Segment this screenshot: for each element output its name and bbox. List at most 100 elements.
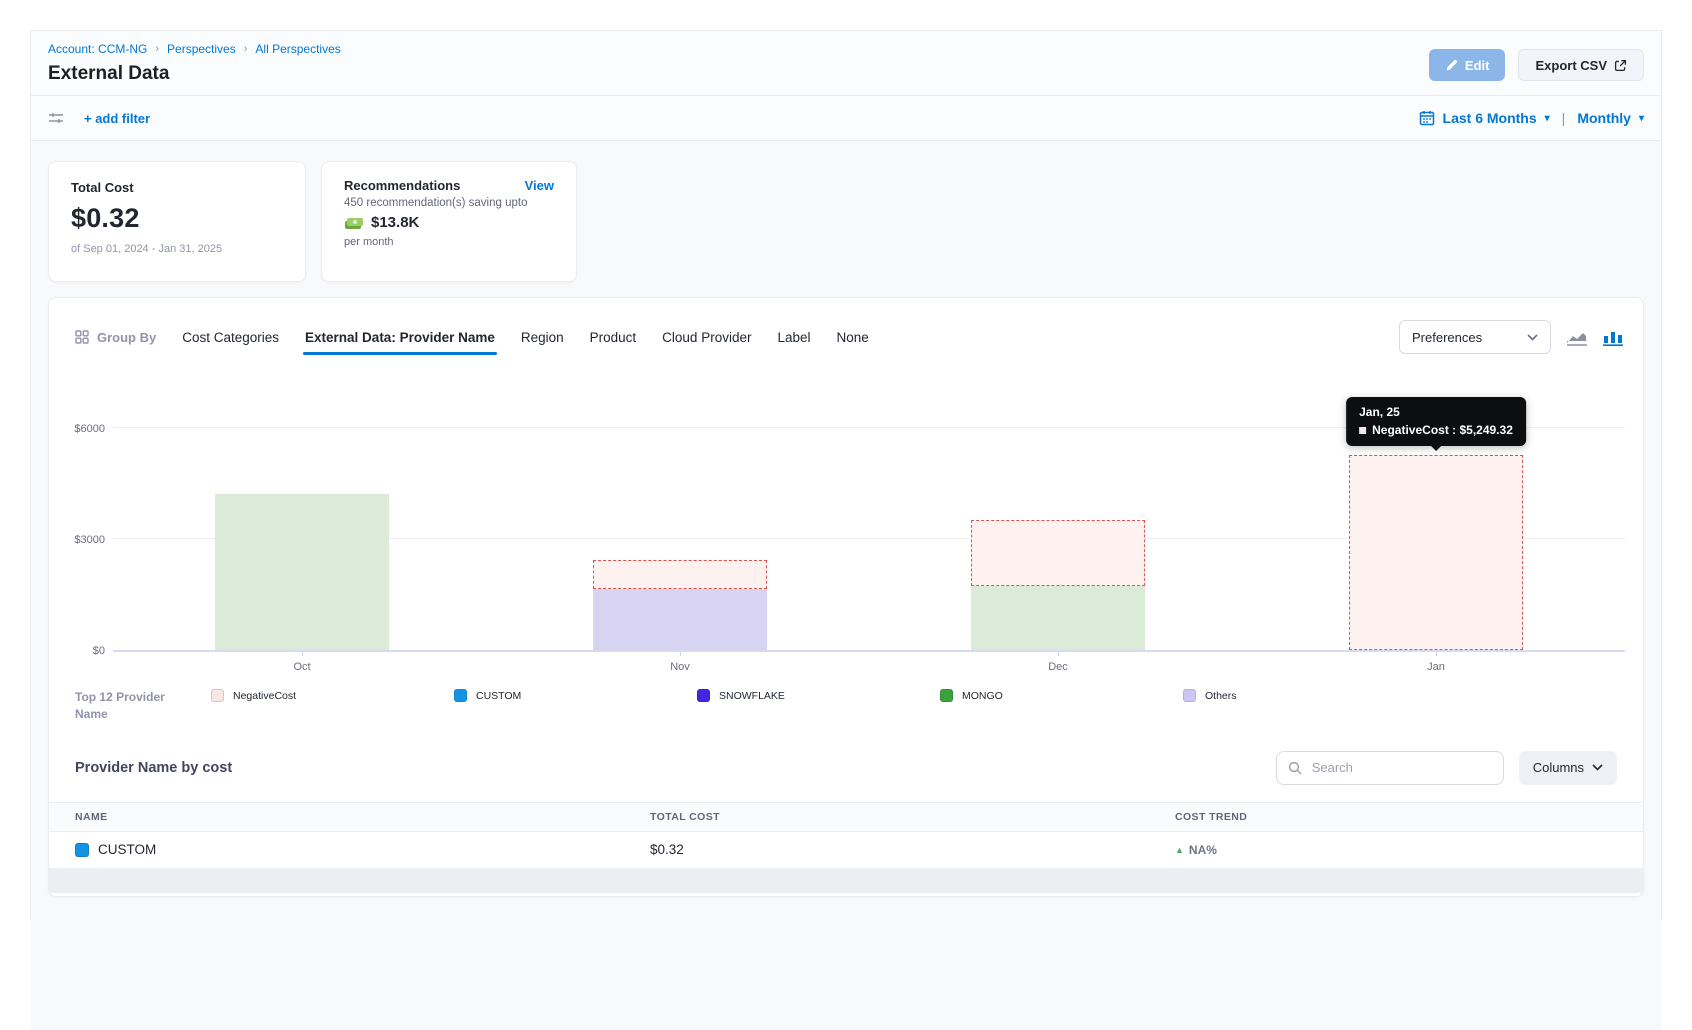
breadcrumb-separator: › xyxy=(244,43,248,55)
group-by-label: Group By xyxy=(97,330,156,345)
filter-sliders-icon[interactable] xyxy=(48,110,64,126)
legend-label: NegativeCost xyxy=(233,690,296,702)
tooltip-value: NegativeCost : $5,249.32 xyxy=(1372,423,1513,437)
edit-button[interactable]: Edit xyxy=(1429,49,1506,81)
y-axis-label: $3000 xyxy=(55,534,105,546)
grid-icon xyxy=(75,330,89,344)
breadcrumb-link[interactable]: Account: CCM-NG xyxy=(48,42,147,56)
y-axis-label: $6000 xyxy=(55,423,105,435)
x-axis-label: Dec xyxy=(869,661,1247,673)
export-csv-button[interactable]: Export CSV xyxy=(1518,49,1644,81)
bar-segment-others[interactable] xyxy=(593,589,767,650)
chart-slots: Jan, 25NegativeCost : $5,249.32 xyxy=(113,384,1625,650)
tab-none[interactable]: None xyxy=(837,330,869,345)
export-csv-label: Export CSV xyxy=(1535,58,1607,73)
table-search[interactable] xyxy=(1276,751,1504,785)
total-cost-value: $0.32 xyxy=(71,203,283,234)
breadcrumb-separator: › xyxy=(155,43,159,55)
tab-label[interactable]: Label xyxy=(777,330,810,345)
legend-item-others[interactable]: Others xyxy=(1183,689,1426,702)
legend-label: SNOWFLAKE xyxy=(719,690,785,702)
row-name: CUSTOM xyxy=(98,842,156,857)
bar-segment-negativecost[interactable] xyxy=(971,520,1145,586)
chart-plot-area: $0$3000$6000Jan, 25NegativeCost : $5,249… xyxy=(113,384,1625,652)
total-cost-title: Total Cost xyxy=(71,180,283,195)
tab-product[interactable]: Product xyxy=(590,330,637,345)
x-axis-category: Jan xyxy=(1247,652,1625,673)
bar-segment-negativecost[interactable] xyxy=(593,560,767,589)
breadcrumb-link[interactable]: All Perspectives xyxy=(255,42,340,56)
table-title: Provider Name by cost xyxy=(75,760,232,776)
calendar-icon xyxy=(1419,110,1435,126)
table-footer-strip xyxy=(49,869,1643,893)
chart-x-axis: OctNovDecJan xyxy=(113,652,1625,673)
bar-stack-nov xyxy=(593,560,767,650)
table-header-cell: NAME xyxy=(75,811,650,823)
content-area: Total Cost $0.32 of Sep 01, 2024 - Jan 3… xyxy=(31,141,1661,1030)
view-recommendations-link[interactable]: View xyxy=(525,178,554,193)
legend-item-snowflake[interactable]: SNOWFLAKE xyxy=(697,689,940,702)
table-body: CUSTOM $0.32▲NA% xyxy=(49,832,1643,869)
chevron-down-icon: ▾ xyxy=(1545,113,1550,124)
chart-legend: Top 12 Provider Name NegativeCost CUSTOM S… xyxy=(75,689,1625,723)
chart-controls: Preferences xyxy=(1399,320,1623,354)
x-axis-category: Oct xyxy=(113,652,491,673)
total-cost-period: of Sep 01, 2024 - Jan 31, 2025 xyxy=(71,243,283,255)
tooltip-series-line: NegativeCost : $5,249.32 xyxy=(1359,423,1513,437)
tab-cloud-provider[interactable]: Cloud Provider xyxy=(662,330,751,345)
search-input[interactable] xyxy=(1310,759,1492,776)
columns-button[interactable]: Columns xyxy=(1519,751,1617,785)
x-axis-label: Oct xyxy=(113,661,491,673)
chart-slot-jan: Jan, 25NegativeCost : $5,249.32 xyxy=(1247,384,1625,650)
external-link-icon xyxy=(1614,59,1627,72)
date-range-dropdown[interactable]: Last 6 Months xyxy=(1443,110,1537,126)
legend-item-negativecost[interactable]: NegativeCost xyxy=(211,689,454,702)
legend-swatch xyxy=(697,689,710,702)
filter-bar: + add filter Last 6 Months ▾ | Monthly ▾ xyxy=(31,96,1661,141)
x-axis-category: Dec xyxy=(869,652,1247,673)
bar-segment-mongo[interactable] xyxy=(215,494,389,650)
legend-item-custom[interactable]: CUSTOM xyxy=(454,689,697,702)
recommendations-card: Recommendations View 450 recommendation(… xyxy=(321,161,577,282)
table-row[interactable]: CUSTOM $0.32▲NA% xyxy=(49,832,1643,869)
stacked-bar-chart: $0$3000$6000Jan, 25NegativeCost : $5,249… xyxy=(49,384,1643,673)
search-icon xyxy=(1288,761,1302,775)
perspective-main-card: Group By Cost Categories External Data: P… xyxy=(48,297,1644,897)
breadcrumb-link[interactable]: Perspectives xyxy=(167,42,236,56)
chevron-down-icon: ▾ xyxy=(1639,113,1644,124)
x-axis-label: Jan xyxy=(1247,661,1625,673)
table-header-row: NAMETOTAL COSTCOST TREND xyxy=(49,802,1643,832)
legend-title: Top 12 Provider Name xyxy=(75,689,175,723)
breadcrumb: Account: CCM-NG › Perspectives › All Perspec… xyxy=(48,42,1644,56)
tab-cost-categories[interactable]: Cost Categories xyxy=(182,330,279,345)
group-by-row: Group By Cost Categories External Data: P… xyxy=(49,298,1643,354)
divider: | xyxy=(1562,110,1566,126)
tab-external-data-provider-name[interactable]: External Data: Provider Name xyxy=(305,330,495,345)
row-cost-trend: ▲NA% xyxy=(1175,843,1643,857)
granularity-dropdown[interactable]: Monthly xyxy=(1577,110,1631,126)
legend-swatch xyxy=(1183,689,1196,702)
recommendations-text: 450 recommendation(s) saving upto xyxy=(344,197,554,209)
area-chart-toggle-icon[interactable] xyxy=(1566,329,1588,346)
legend-item-mongo[interactable]: MONGO xyxy=(940,689,1183,702)
legend-items: NegativeCost CUSTOM SNOWFLAKE MONGOOthers xyxy=(175,689,1625,702)
tooltip-marker xyxy=(1359,427,1366,434)
bar-segment-negativecost[interactable] xyxy=(1349,455,1523,650)
chart-slot-nov xyxy=(491,384,869,650)
table-title-row: Provider Name by cost Columns xyxy=(49,751,1643,785)
tab-region[interactable]: Region xyxy=(521,330,564,345)
total-cost-card: Total Cost $0.32 of Sep 01, 2024 - Jan 3… xyxy=(48,161,306,282)
recommendations-per-month: per month xyxy=(344,236,554,248)
preferences-label: Preferences xyxy=(1412,330,1482,345)
page-header: Account: CCM-NG › Perspectives › All Perspec… xyxy=(31,31,1661,96)
add-filter-button[interactable]: + add filter xyxy=(84,111,150,126)
bar-segment-mongo[interactable] xyxy=(971,586,1145,650)
row-total-cost: $0.32 xyxy=(650,842,1175,857)
x-axis-tick xyxy=(302,652,303,656)
bar-chart-toggle-icon[interactable] xyxy=(1603,329,1623,346)
columns-button-label: Columns xyxy=(1533,760,1584,775)
edit-button-label: Edit xyxy=(1465,58,1490,73)
x-axis-label: Nov xyxy=(491,661,869,673)
preferences-dropdown[interactable]: Preferences xyxy=(1399,320,1551,354)
chevron-down-icon xyxy=(1592,764,1603,771)
